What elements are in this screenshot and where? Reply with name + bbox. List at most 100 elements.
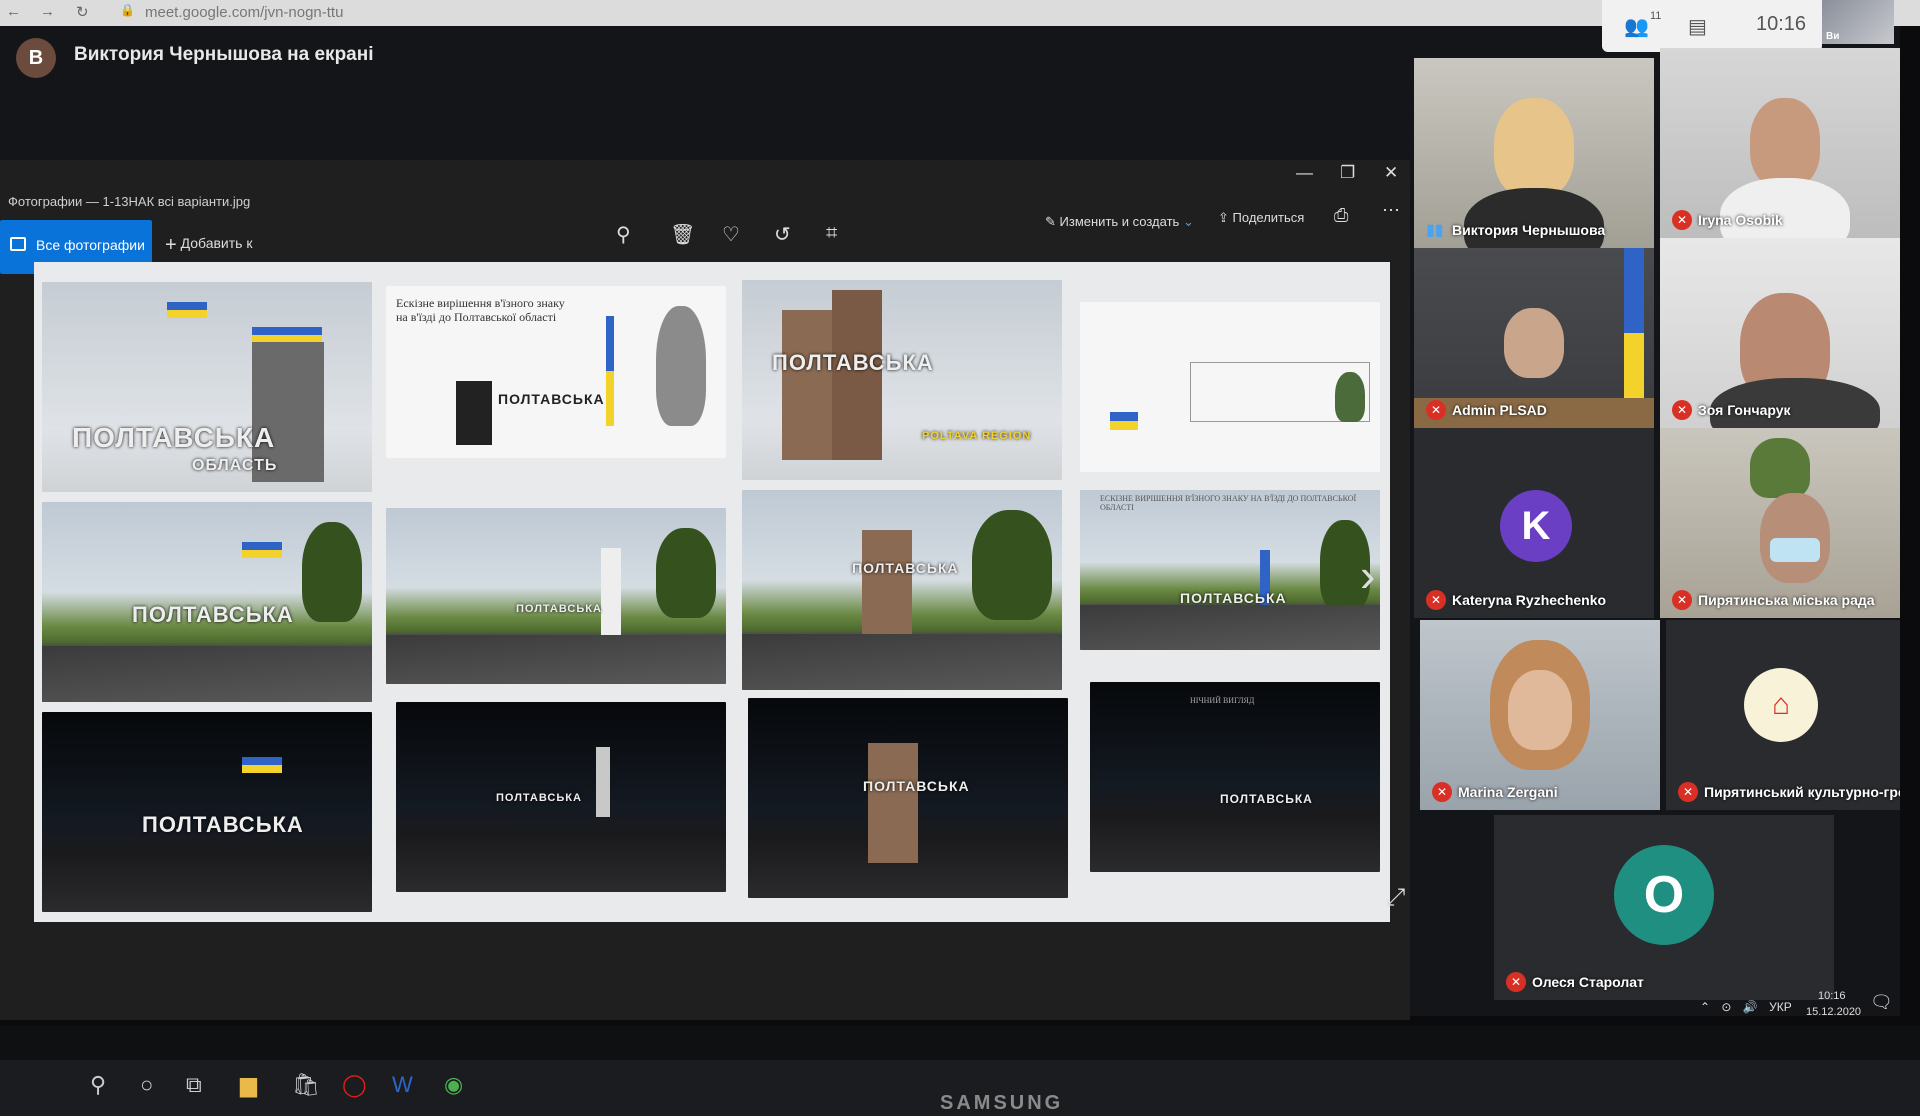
participant-tile[interactable]: K ✕ Kateryna Ryzhechenko [1414, 428, 1654, 618]
sign-text: ПОЛТАВСЬКА [863, 778, 970, 794]
thumb-plan-2 [1080, 302, 1380, 472]
photo-viewer-image: ПОЛТАВСЬКА ОБЛАСТЬ ПОЛТАВСЬКА ПОЛТАВСЬКА… [34, 262, 1390, 922]
share-button[interactable]: ⇪ Поделиться [1218, 210, 1304, 226]
tray-clock-time[interactable]: 10:16 [1818, 990, 1846, 1002]
reload-icon[interactable]: ↻ [76, 3, 89, 21]
speaking-icon: ▮▮ [1426, 222, 1444, 239]
cortana-icon[interactable]: ○ [140, 1072, 153, 1098]
participant-avatar: O [1614, 845, 1714, 945]
minimize-icon[interactable]: — [1296, 163, 1313, 183]
stele-shape [596, 747, 610, 817]
people-icon[interactable]: 👥 [1624, 14, 1649, 39]
tree-shape [656, 528, 716, 618]
plan-caption: Ескізне вирішення в'їзного знаку на в'їз… [396, 296, 565, 324]
plan-caption-small: ЕСКІЗНЕ ВИРІШЕННЯ В'ЇЗНОГО ЗНАКУ НА В'ЇЗ… [1100, 494, 1357, 512]
crop-icon[interactable]: ⌗ [826, 222, 837, 245]
rotate-icon[interactable]: ↺ [774, 222, 791, 247]
participant-tile[interactable]: ▮▮ Виктория Чернышова [1414, 58, 1654, 248]
chevron-down-icon: ⌄ [1182, 214, 1194, 229]
sign-text: ПОЛТАВСЬКА [132, 602, 294, 627]
self-label: Ви [1826, 31, 1840, 42]
presenter-label: Виктория Чернышова на екрані [74, 44, 374, 65]
participant-tile[interactable]: ✕ Пирятинська міська рада [1660, 428, 1900, 618]
thumb-day-2: ПОЛТАВСЬКА [386, 508, 726, 684]
add-to-label: Добавить к [180, 235, 253, 251]
mic-off-icon: ✕ [1426, 590, 1446, 610]
more-icon[interactable]: ⋯ [1382, 200, 1400, 221]
participant-name: Пирятинська міська рада [1698, 592, 1875, 608]
stele-shape [862, 530, 912, 650]
participant-video [1504, 308, 1564, 378]
participant-name: Виктория Чернышова [1452, 222, 1606, 238]
sign-text: ОБЛАСТЬ [192, 457, 278, 474]
volume-icon[interactable]: 🔊 [1743, 1000, 1758, 1014]
stele-shape [456, 381, 492, 445]
participant-tile[interactable]: ✕ Iryna Osobik [1660, 48, 1900, 238]
task-view-icon[interactable]: ⧉ [186, 1072, 202, 1098]
word-icon[interactable]: W [392, 1072, 413, 1098]
participant-name: Iryna Osobik [1698, 212, 1783, 228]
search-icon[interactable]: ⚲ [90, 1072, 106, 1098]
print-icon[interactable]: ⎙ [1334, 205, 1348, 226]
thumb-night-2: ПОЛТАВСЬКА [396, 702, 726, 892]
store-icon[interactable]: 🛍 [292, 1072, 320, 1098]
people-count: 11 [1650, 10, 1662, 22]
language-indicator[interactable]: УКР [1769, 1000, 1792, 1014]
sign-text: ПОЛТАВСЬКА [498, 391, 605, 407]
mic-off-icon: ✕ [1506, 972, 1526, 992]
flag-shape [167, 302, 207, 318]
flag-shape [1110, 412, 1138, 430]
participant-video [1750, 98, 1820, 188]
thumb-render-1: ПОЛТАВСЬКА ОБЛАСТЬ [42, 282, 372, 492]
monitor-brand-logo: SAMSUNG [940, 1092, 1064, 1114]
maximize-icon[interactable]: ❐ [1340, 163, 1355, 183]
monitor-bezel [0, 1026, 1920, 1060]
thumb-day-1: ПОЛТАВСЬКА [42, 502, 372, 702]
self-view-tile[interactable]: Ви [1822, 0, 1894, 44]
stele-shape [601, 548, 621, 638]
mask-shape [1770, 538, 1820, 562]
next-arrow-icon[interactable]: › [1360, 548, 1375, 602]
share-label: Поделиться [1232, 210, 1305, 225]
participant-name: Олеся Старолат [1532, 974, 1644, 990]
participant-tile[interactable]: ✕ Зоя Гончарук [1660, 238, 1900, 428]
participant-video [1494, 98, 1574, 198]
participant-tile[interactable]: ✕ Marina Zergani [1420, 620, 1660, 810]
tree-shape [302, 522, 362, 622]
opera-icon[interactable]: ◯ [342, 1072, 367, 1098]
favorite-icon[interactable]: ♡ [722, 222, 740, 247]
tray-clock-date[interactable]: 15.12.2020 [1806, 1006, 1861, 1018]
participant-tile[interactable]: ✕ Admin PLSAD [1414, 248, 1654, 428]
back-icon[interactable]: ← [6, 3, 21, 20]
close-icon[interactable]: ✕ [1384, 163, 1398, 183]
zoom-icon[interactable]: ⚲ [616, 222, 631, 247]
chat-icon[interactable]: ▤ [1688, 14, 1707, 39]
plus-icon: + [165, 234, 177, 256]
add-to-button[interactable]: + Добавить к [165, 234, 252, 257]
participant-tile[interactable]: ⌂ ✕ Пирятинський культурно-гро... [1666, 620, 1900, 810]
forward-icon[interactable]: → [40, 3, 55, 20]
url-text[interactable]: meet.google.com/jvn-nogn-ttu [145, 4, 343, 21]
mic-off-icon: ✕ [1672, 210, 1692, 230]
participant-video [1464, 188, 1604, 248]
flag-stripe [1624, 248, 1644, 418]
presenter-avatar: В [16, 38, 56, 78]
participant-video [1508, 670, 1572, 750]
lock-icon: 🔒 [120, 3, 135, 17]
mic-off-icon: ✕ [1672, 400, 1692, 420]
edit-create-button[interactable]: ✎ Изменить и создать ⌄ [1045, 214, 1194, 230]
notification-icon[interactable]: 🗨 [1870, 992, 1893, 1013]
participant-name: Kateryna Ryzhechenko [1452, 592, 1607, 608]
sign-text: ПОЛТАВСЬКА [1220, 792, 1313, 806]
thumb-day-4: ЕСКІЗНЕ ВИРІШЕННЯ В'ЇЗНОГО ЗНАКУ НА В'ЇЗ… [1080, 490, 1380, 650]
participant-name: Admin PLSAD [1452, 402, 1547, 418]
chrome-icon[interactable]: ◉ [444, 1072, 463, 1098]
network-icon[interactable]: ⊙ [1721, 1000, 1731, 1014]
sign-text: ПОЛТАВСЬКА [516, 603, 602, 615]
delete-icon[interactable]: 🗑 [670, 222, 695, 247]
expand-icon[interactable]: ⤢ [1386, 884, 1405, 912]
chevron-up-icon[interactable]: ⌃ [1700, 1000, 1710, 1014]
file-explorer-icon[interactable]: ▆ [240, 1072, 257, 1098]
participant-tile[interactable]: O ✕ Олеся Старолат [1494, 815, 1834, 1000]
road-shape [742, 634, 1062, 690]
